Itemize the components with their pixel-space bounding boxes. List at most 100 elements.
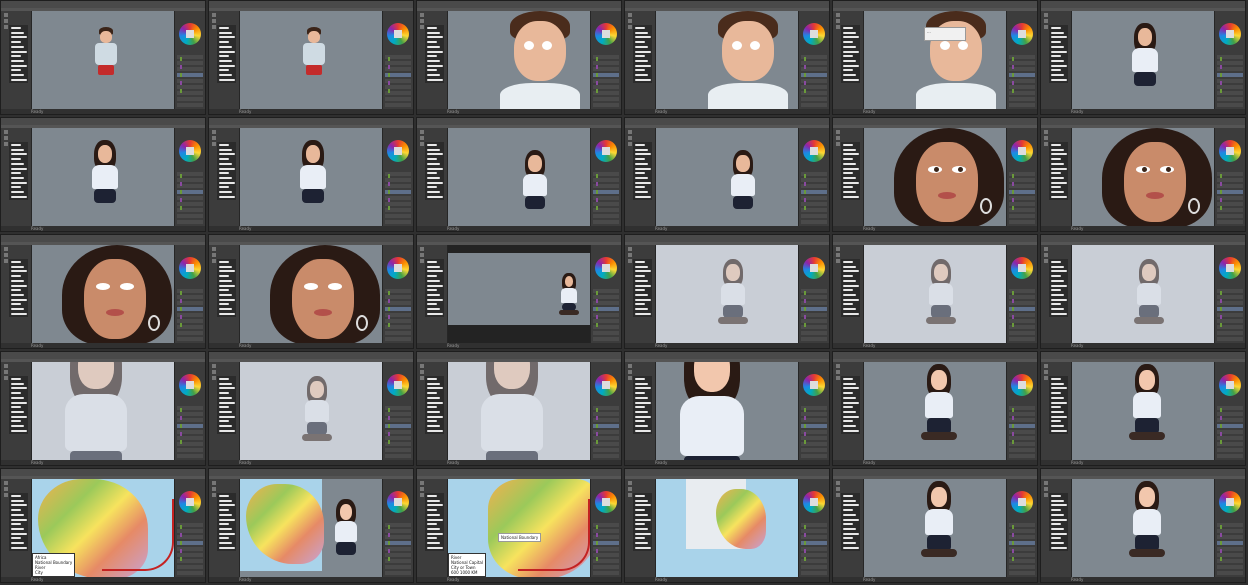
brush-list[interactable] bbox=[841, 25, 860, 83]
screenshot-thumbnail[interactable]: Ready bbox=[1040, 468, 1246, 583]
tool-icon[interactable] bbox=[212, 247, 216, 251]
screenshot-thumbnail[interactable]: Ready bbox=[0, 0, 206, 115]
tool-icon[interactable] bbox=[1044, 19, 1048, 23]
drawing-canvas[interactable] bbox=[864, 128, 1006, 226]
tool-icon[interactable] bbox=[1044, 130, 1048, 134]
drawing-canvas[interactable] bbox=[448, 128, 590, 226]
color-square[interactable] bbox=[186, 264, 194, 272]
color-wheel-icon[interactable] bbox=[1011, 491, 1033, 513]
tool-icon[interactable] bbox=[628, 13, 632, 17]
layer-row[interactable] bbox=[1217, 571, 1243, 575]
color-wheel-icon[interactable] bbox=[1011, 140, 1033, 162]
layer-row[interactable] bbox=[593, 454, 619, 458]
color-wheel-icon[interactable] bbox=[179, 374, 201, 396]
layer-row[interactable] bbox=[593, 220, 619, 224]
tool-icon[interactable] bbox=[836, 370, 840, 374]
tool-icon[interactable] bbox=[628, 493, 632, 497]
tool-icon[interactable] bbox=[836, 130, 840, 134]
tool-icon[interactable] bbox=[1044, 25, 1048, 29]
tool-icon[interactable] bbox=[1044, 493, 1048, 497]
layer-row[interactable] bbox=[801, 571, 827, 575]
brush-list[interactable] bbox=[1049, 259, 1068, 317]
tool-icon[interactable] bbox=[628, 253, 632, 257]
brush-list[interactable] bbox=[425, 142, 444, 200]
screenshot-thumbnail[interactable]: Ready bbox=[208, 468, 414, 583]
layer-row[interactable] bbox=[177, 448, 203, 452]
tool-icon[interactable] bbox=[212, 253, 216, 257]
color-square[interactable] bbox=[1018, 147, 1026, 155]
layer-row[interactable] bbox=[385, 337, 411, 341]
layer-row[interactable] bbox=[801, 337, 827, 341]
color-wheel-icon[interactable] bbox=[803, 491, 825, 513]
color-square[interactable] bbox=[186, 30, 194, 38]
color-wheel-icon[interactable] bbox=[179, 257, 201, 279]
tool-icon[interactable] bbox=[420, 247, 424, 251]
drawing-canvas[interactable]: ... bbox=[864, 11, 1006, 109]
screenshot-thumbnail[interactable]: Ready bbox=[1040, 351, 1246, 466]
tool-icon[interactable] bbox=[420, 259, 424, 263]
drawing-canvas[interactable] bbox=[1072, 11, 1214, 109]
layer-row[interactable] bbox=[385, 454, 411, 458]
tool-icon[interactable] bbox=[836, 142, 840, 146]
tool-icon[interactable] bbox=[628, 487, 632, 491]
brush-list[interactable] bbox=[633, 142, 652, 200]
dialog-box[interactable]: ... bbox=[924, 27, 966, 41]
tool-icon[interactable] bbox=[628, 130, 632, 134]
tool-icon[interactable] bbox=[212, 25, 216, 29]
color-square[interactable] bbox=[1018, 381, 1026, 389]
tool-icon[interactable] bbox=[4, 487, 8, 491]
tool-icon[interactable] bbox=[4, 259, 8, 263]
layer-row[interactable] bbox=[1009, 565, 1035, 569]
tool-icon[interactable] bbox=[1044, 487, 1048, 491]
layer-row[interactable] bbox=[801, 103, 827, 107]
drawing-canvas[interactable] bbox=[240, 128, 382, 226]
tool-icon[interactable] bbox=[4, 370, 8, 374]
tool-icon[interactable] bbox=[836, 136, 840, 140]
color-wheel-icon[interactable] bbox=[1219, 491, 1241, 513]
layer-row[interactable] bbox=[177, 337, 203, 341]
brush-list[interactable] bbox=[1049, 376, 1068, 434]
layer-row[interactable] bbox=[1009, 97, 1035, 101]
color-square[interactable] bbox=[602, 147, 610, 155]
tool-icon[interactable] bbox=[4, 130, 8, 134]
color-square[interactable] bbox=[1226, 30, 1234, 38]
tool-icon[interactable] bbox=[836, 481, 840, 485]
brush-list[interactable] bbox=[841, 376, 860, 434]
tool-icon[interactable] bbox=[628, 376, 632, 380]
color-wheel-icon[interactable] bbox=[387, 23, 409, 45]
screenshot-thumbnail[interactable]: Ready bbox=[1040, 0, 1246, 115]
color-square[interactable] bbox=[394, 147, 402, 155]
layer-row[interactable] bbox=[801, 331, 827, 335]
tool-icon[interactable] bbox=[836, 259, 840, 263]
tool-icon[interactable] bbox=[836, 19, 840, 23]
screenshot-thumbnail[interactable]: Ready bbox=[416, 351, 622, 466]
screenshot-thumbnail[interactable]: Ready bbox=[624, 117, 830, 232]
drawing-canvas[interactable] bbox=[240, 479, 382, 577]
color-square[interactable] bbox=[810, 264, 818, 272]
drawing-canvas[interactable] bbox=[656, 479, 798, 577]
tool-icon[interactable] bbox=[420, 13, 424, 17]
tool-icon[interactable] bbox=[836, 25, 840, 29]
layer-row[interactable] bbox=[177, 565, 203, 569]
tool-icon[interactable] bbox=[836, 364, 840, 368]
tool-icon[interactable] bbox=[420, 19, 424, 23]
drawing-canvas[interactable] bbox=[1072, 362, 1214, 460]
layer-row[interactable] bbox=[593, 331, 619, 335]
tool-icon[interactable] bbox=[1044, 364, 1048, 368]
brush-list[interactable] bbox=[1049, 25, 1068, 83]
color-square[interactable] bbox=[810, 147, 818, 155]
layer-row[interactable] bbox=[177, 220, 203, 224]
tool-icon[interactable] bbox=[420, 364, 424, 368]
color-square[interactable] bbox=[186, 498, 194, 506]
tool-icon[interactable] bbox=[4, 13, 8, 17]
brush-list[interactable] bbox=[217, 142, 236, 200]
layer-row[interactable] bbox=[1009, 220, 1035, 224]
screenshot-thumbnail[interactable]: Ready bbox=[0, 117, 206, 232]
tool-icon[interactable] bbox=[212, 136, 216, 140]
tool-icon[interactable] bbox=[628, 19, 632, 23]
layer-row[interactable] bbox=[593, 448, 619, 452]
brush-list[interactable] bbox=[217, 376, 236, 434]
color-square[interactable] bbox=[1018, 30, 1026, 38]
layer-row[interactable] bbox=[1217, 214, 1243, 218]
color-square[interactable] bbox=[1226, 381, 1234, 389]
